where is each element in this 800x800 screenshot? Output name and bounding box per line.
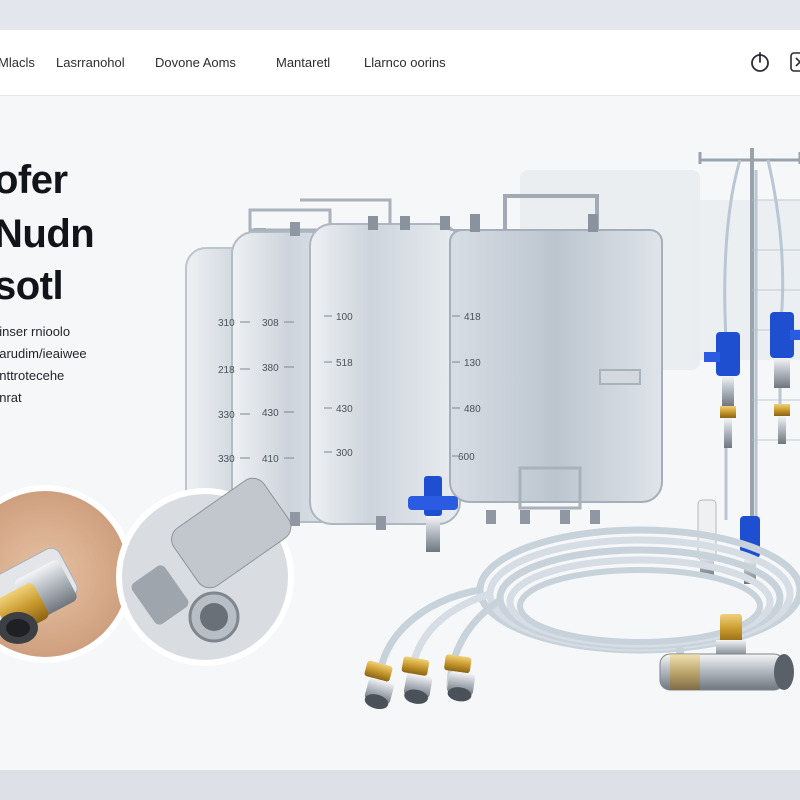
hero-title-line-2: Nudn <box>0 212 95 256</box>
iv-bag-4 <box>449 194 663 510</box>
detail-circle-connector <box>116 477 294 666</box>
drip-valve-right <box>770 312 800 444</box>
close-icon[interactable] <box>788 50 800 74</box>
bag-1-mark-1: 310 <box>218 318 235 329</box>
bottom-strip <box>0 770 800 800</box>
bag-1-mark-3: 330 <box>218 410 235 421</box>
bag-3-mark-3: 430 <box>336 404 353 415</box>
hero-desc-line-2: narudim/ieaiwee <box>0 346 87 361</box>
hero-title-line-3: sotl <box>0 264 64 308</box>
bag-3-mark-1: 100 <box>336 312 353 323</box>
nav-link-1[interactable]: Mlacls <box>0 55 35 70</box>
bag-1-mark-4: 330 <box>218 454 235 465</box>
hero-desc-line-4: unrat <box>0 390 22 405</box>
brass-fittings <box>364 654 475 710</box>
bag-3-mark-2: 518 <box>336 358 353 369</box>
top-navbar: Mlacls Lasrranohol Dovone Aoms Mantaretl… <box>0 30 800 96</box>
bag-4-mark-2: 130 <box>464 358 481 369</box>
bag-1-mark-2: 218 <box>218 365 235 376</box>
hero-title-line-1: ofer <box>0 158 68 202</box>
bag-4-mark-1: 418 <box>464 312 481 323</box>
nav-link-4[interactable]: Mantaretl <box>276 55 330 70</box>
bag-2-mark-4: 410 <box>262 454 279 465</box>
product-illustration: 310 218 330 330 308 380 430 410 100 518 … <box>0 148 800 710</box>
hero-desc-line-1: hinser rnioolo <box>0 324 71 339</box>
bag-2-mark-2: 380 <box>262 363 279 374</box>
bag-4-mark-3: 480 <box>464 404 481 415</box>
nav-link-2[interactable]: Lasrranohol <box>56 55 125 70</box>
detail-circle-brass <box>0 485 134 663</box>
bag-4-mark-4: 600 <box>458 452 475 463</box>
hero-desc-line-3: unttrotecehe <box>0 368 65 383</box>
nav-link-3[interactable]: Dovone Aoms <box>155 55 236 70</box>
bag-3-mark-4: 300 <box>336 448 353 459</box>
bag-2-mark-1: 308 <box>262 318 279 329</box>
nav-link-5[interactable]: Llarnco oorins <box>364 55 446 70</box>
bag-2-mark-3: 430 <box>262 408 279 419</box>
page: Mlacls Lasrranohol Dovone Aoms Mantaretl… <box>0 30 800 770</box>
power-icon[interactable] <box>748 50 772 74</box>
